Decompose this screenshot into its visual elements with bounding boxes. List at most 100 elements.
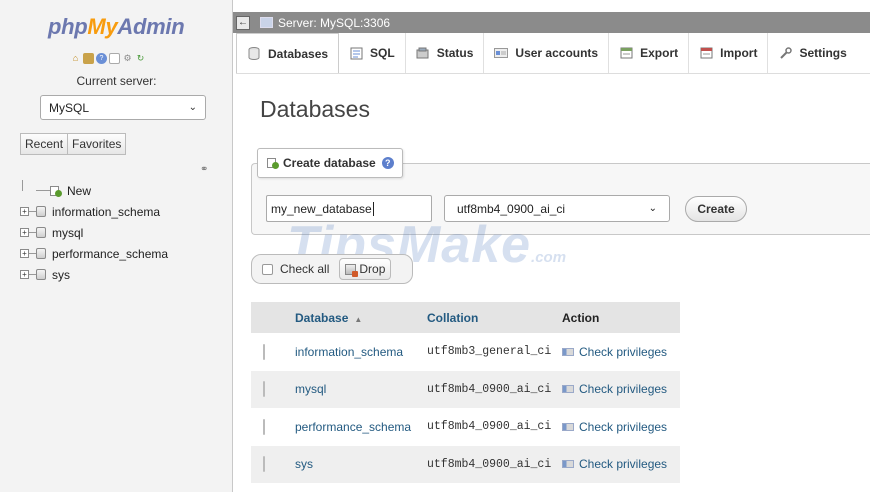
table-row: mysql utf8mb4_0900_ai_ci Check privilege…: [251, 370, 680, 408]
create-database-legend: Create database ?: [257, 148, 403, 178]
collation-value: utf8mb4_0900_ai_ci: [427, 457, 552, 471]
row-checkbox[interactable]: [263, 456, 265, 473]
collation-value: utf8mb4_0900_ai_ci: [427, 420, 552, 434]
chevron-down-icon: ⌄: [188, 102, 197, 113]
tab-label: SQL: [370, 46, 395, 60]
tab-databases[interactable]: Databases: [236, 33, 340, 73]
row-checkbox[interactable]: [263, 418, 265, 435]
tab-settings[interactable]: Settings: [768, 33, 856, 73]
tree-item-new[interactable]: New: [20, 180, 168, 201]
check-privileges-link[interactable]: Check privileges: [562, 345, 680, 359]
database-icon: [36, 227, 46, 238]
tab-sql[interactable]: SQL: [339, 33, 406, 73]
tree-item-information-schema[interactable]: + information_schema: [20, 201, 168, 222]
link-icon[interactable]: ⚭: [200, 164, 208, 175]
tab-label: Import: [720, 46, 758, 60]
page-title: Databases: [260, 96, 370, 122]
privileges-icon: [562, 385, 574, 394]
collapse-sidebar-icon[interactable]: ←: [236, 15, 250, 30]
tree-connector: [29, 274, 36, 275]
expand-icon[interactable]: +: [20, 249, 29, 258]
legend-label: Create database: [283, 156, 376, 170]
privileges-icon: [562, 347, 574, 356]
breadcrumb-bar: ← Server: MySQL:3306: [233, 12, 870, 33]
help-icon[interactable]: ?: [381, 157, 394, 169]
settings-icon[interactable]: ⚙: [122, 53, 133, 64]
breadcrumb-server[interactable]: Server: MySQL:3306: [278, 16, 390, 30]
tab-export[interactable]: Export: [609, 33, 690, 73]
tree-item-label: mysql: [52, 225, 84, 240]
database-icon[interactable]: [83, 53, 94, 64]
navigation-sidebar: phpMyAdmin ⌂ ? ⚙ ↻ Current server: MySQL…: [0, 0, 233, 492]
database-icon: [36, 206, 46, 217]
table-row: sys utf8mb4_0900_ai_ci Check privileges: [251, 445, 680, 483]
database-name-link[interactable]: mysql: [295, 382, 427, 396]
column-header-action: Action: [562, 310, 600, 325]
check-all-label[interactable]: Check all: [280, 262, 329, 276]
collation-value: utf8mb3_general_ci: [427, 345, 552, 359]
home-icon[interactable]: ⌂: [70, 53, 81, 64]
column-header-database[interactable]: Database ▲: [295, 311, 427, 325]
tree-item-label: New: [67, 183, 92, 198]
help-icon[interactable]: ?: [96, 53, 107, 64]
check-privileges-link[interactable]: Check privileges: [562, 382, 680, 396]
database-icon: [247, 47, 261, 61]
current-server-label: Current server:: [76, 74, 157, 88]
tree-item-sys[interactable]: + sys: [20, 264, 168, 285]
database-name-link[interactable]: performance_schema: [295, 420, 427, 434]
main-tabs: Databases SQL Status User accounts Expor…: [236, 33, 870, 73]
database-name-link[interactable]: information_schema: [295, 345, 427, 359]
tree-item-mysql[interactable]: + mysql: [20, 222, 168, 243]
database-name-input[interactable]: my_new_database: [266, 195, 432, 222]
table-row: performance_schema utf8mb4_0900_ai_ci Ch…: [251, 408, 680, 446]
chevron-down-icon: ⌄: [648, 203, 657, 214]
row-checkbox[interactable]: [263, 343, 265, 360]
expand-icon[interactable]: +: [20, 228, 29, 237]
watermark-suffix: .com: [531, 249, 567, 266]
recent-tab[interactable]: Recent: [20, 133, 69, 155]
tab-label: User accounts: [515, 46, 599, 60]
check-privileges-link[interactable]: Check privileges: [562, 457, 680, 471]
docs-icon[interactable]: [109, 53, 120, 64]
tab-user-accounts[interactable]: User accounts: [484, 33, 610, 73]
text-caret: [372, 201, 374, 216]
row-checkbox[interactable]: [263, 381, 265, 398]
tree-connector: [29, 253, 36, 254]
database-icon: [36, 248, 46, 259]
collation-select[interactable]: utf8mb4_0900_ai_ci ⌄: [444, 195, 670, 222]
tree-connector: [36, 190, 50, 191]
tree-item-label: information_schema: [52, 204, 161, 219]
wrench-icon: [778, 46, 792, 60]
table-header: Database ▲ Collation Action: [251, 302, 680, 333]
reload-icon[interactable]: ↻: [135, 53, 146, 64]
new-database-icon: [50, 185, 62, 197]
expand-icon[interactable]: +: [20, 207, 29, 216]
phpmyadmin-logo[interactable]: phpMyAdmin: [48, 14, 185, 40]
tab-status[interactable]: Status: [406, 33, 485, 73]
phpmyadmin-window: phpMyAdmin ⌂ ? ⚙ ↻ Current server: MySQL…: [0, 0, 870, 492]
server-icon: [260, 17, 273, 28]
database-tree: New + information_schema + mysql + perfo…: [20, 180, 168, 285]
server-select-value: MySQL: [49, 100, 90, 115]
tree-connector: [29, 211, 36, 212]
server-select[interactable]: MySQL ⌄: [40, 95, 206, 120]
database-name-link[interactable]: sys: [295, 457, 427, 471]
check-privileges-link[interactable]: Check privileges: [562, 420, 680, 434]
tab-label: Export: [640, 46, 679, 60]
bulk-actions: Check all Drop: [251, 254, 413, 284]
drop-button[interactable]: Drop: [339, 258, 392, 280]
collation-value: utf8mb4_0900_ai_ci: [427, 382, 552, 396]
tab-import[interactable]: Import: [689, 33, 769, 73]
tree-item-performance-schema[interactable]: + performance_schema: [20, 243, 168, 264]
favorites-tab[interactable]: Favorites: [68, 133, 127, 155]
column-header-collation[interactable]: Collation: [427, 311, 562, 325]
check-all-checkbox[interactable]: [262, 263, 273, 275]
create-button[interactable]: Create: [685, 196, 747, 222]
tab-label: Settings: [799, 46, 847, 60]
tab-label: Status: [436, 46, 474, 60]
drop-icon: [345, 263, 359, 277]
create-database-icon: [266, 156, 280, 170]
collation-select-value: utf8mb4_0900_ai_ci: [457, 201, 566, 216]
sort-ascending-icon[interactable]: ▲: [354, 315, 362, 324]
expand-icon[interactable]: +: [20, 270, 29, 279]
